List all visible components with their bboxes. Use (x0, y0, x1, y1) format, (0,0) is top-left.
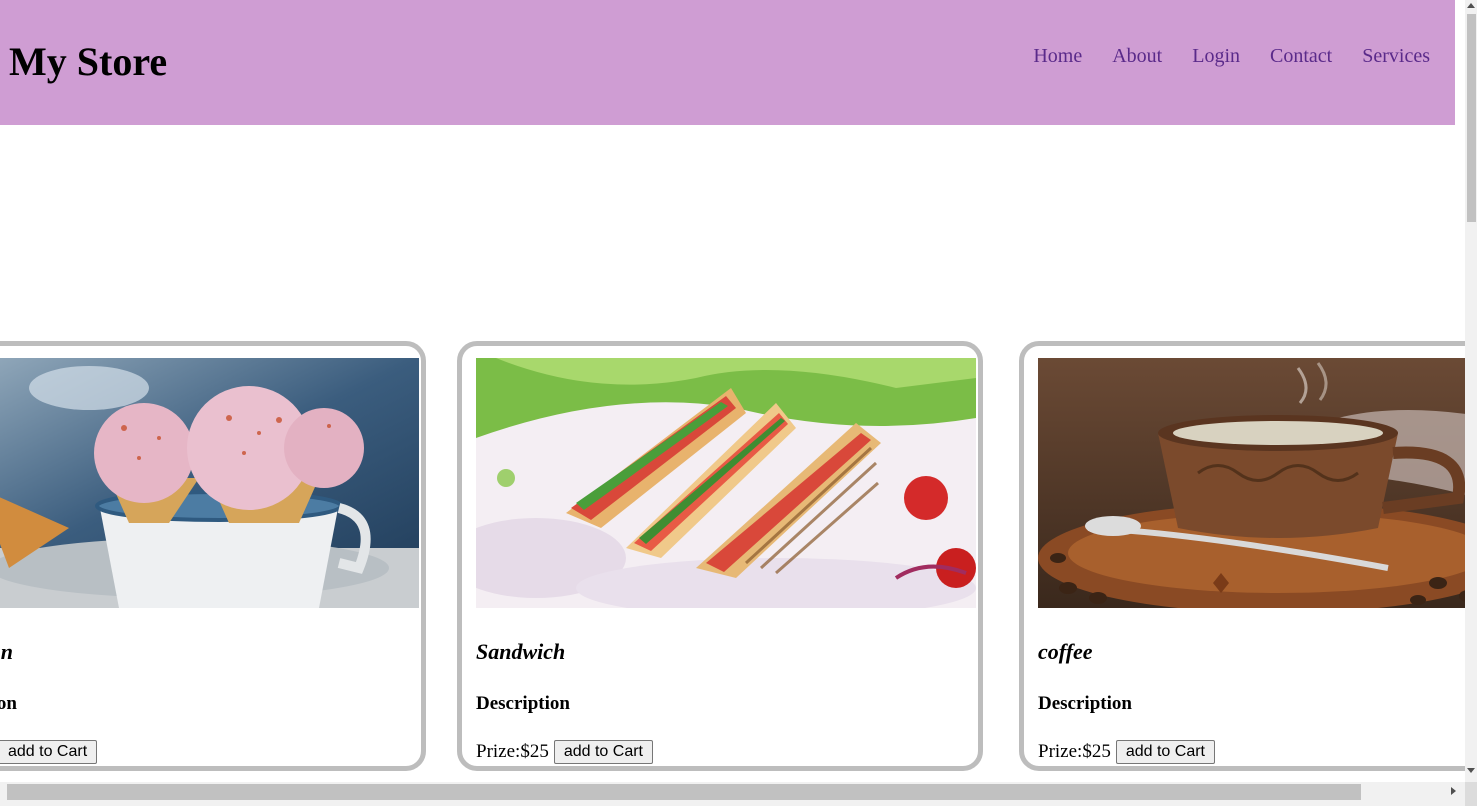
main-nav: Home About Login Contact Services (1033, 44, 1430, 68)
nav-login-link[interactable]: Login (1192, 44, 1240, 68)
product-description-text: on (0, 693, 17, 714)
scroll-down-arrow-icon[interactable] (1467, 768, 1475, 773)
page-viewport: My Store Home About Login Contact Servic… (0, 0, 1465, 782)
product-card-coffee: coffee Description Prize:$25 add to Cart (1019, 341, 1465, 771)
scroll-up-arrow-icon[interactable] (1467, 3, 1475, 8)
nav-contact-link[interactable]: Contact (1270, 44, 1332, 68)
product-description: on (0, 693, 17, 715)
product-footer: Prize:$25 add to Cart (1038, 740, 1215, 764)
coffee-image (1038, 358, 1465, 608)
product-title: coffee (1038, 639, 1093, 664)
product-title: Sandwich (476, 639, 566, 664)
nav-home-link[interactable]: Home (1033, 44, 1082, 68)
vertical-scrollbar-thumb[interactable] (1467, 14, 1476, 222)
nav-services-link[interactable]: Services (1362, 44, 1430, 68)
sandwich-image (476, 358, 976, 608)
scrollbar-corner (1465, 782, 1477, 806)
product-price: Prize:$25 (1038, 741, 1111, 762)
add-to-cart-button[interactable]: add to Cart (0, 740, 98, 764)
product-title: n (0, 639, 13, 665)
add-to-cart-button[interactable]: add to Cart (1115, 740, 1215, 764)
product-description: Description (1038, 693, 1132, 714)
product-footer: Prize:$25 add to Cart (476, 740, 653, 764)
ice-cream-image (0, 358, 419, 608)
brand-title: My Store (9, 39, 168, 84)
product-card-ice-cream: n on add to Cart (0, 341, 426, 771)
scroll-right-arrow-icon[interactable] (1451, 787, 1456, 795)
product-card-sandwich: Sandwich Description Prize:$25 add to Ca… (457, 341, 983, 771)
site-header: My Store Home About Login Contact Servic… (0, 0, 1455, 125)
add-to-cart-button[interactable]: add to Cart (553, 740, 653, 764)
product-title-text: n (0, 639, 13, 664)
product-description: Description (476, 693, 570, 714)
product-price: Prize:$25 (476, 741, 549, 762)
product-footer: add to Cart (0, 740, 98, 764)
horizontal-scrollbar-thumb[interactable] (7, 784, 1361, 800)
nav-about-link[interactable]: About (1112, 44, 1162, 68)
